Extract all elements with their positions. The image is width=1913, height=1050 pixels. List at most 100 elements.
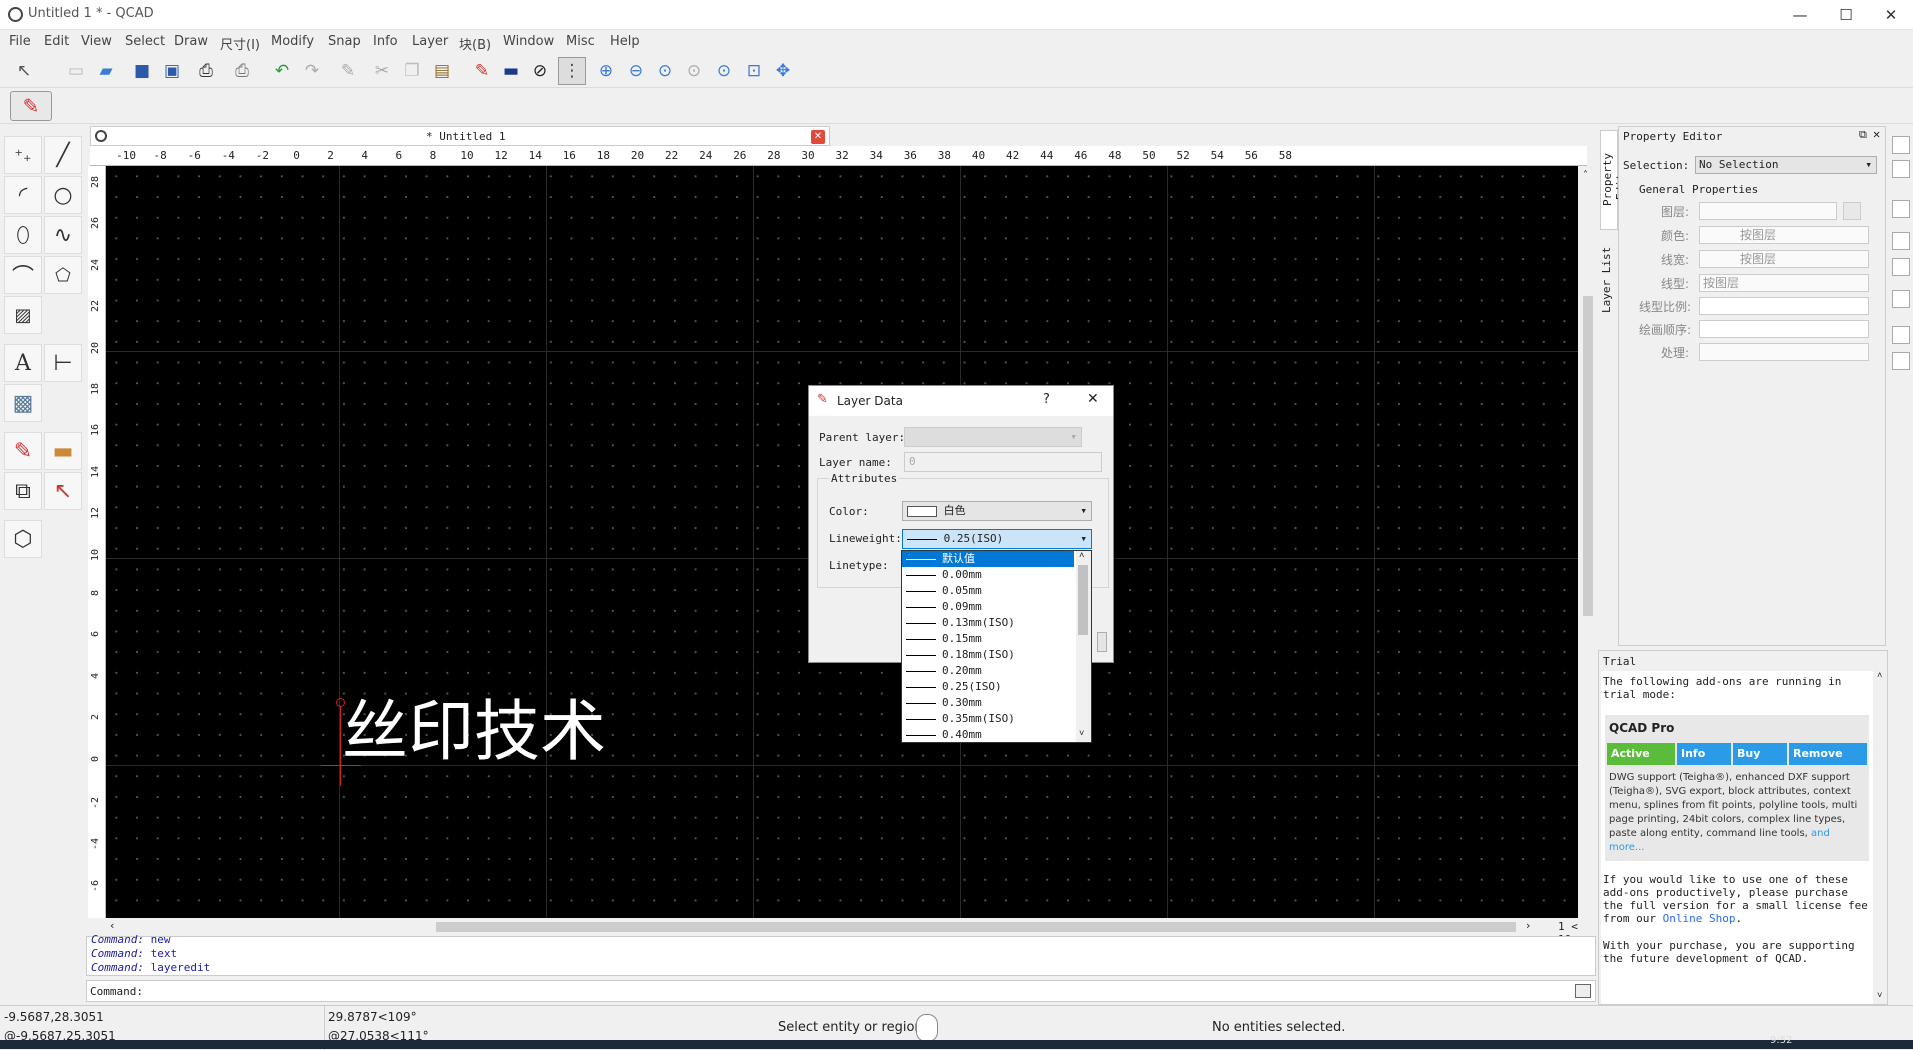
lineweight-dropdown[interactable]: 0.25(ISO) ▾ bbox=[902, 529, 1092, 549]
dropdown-scrollbar[interactable]: ˄ ˅ bbox=[1076, 551, 1091, 742]
undo-icon[interactable]: ↶ bbox=[268, 57, 296, 85]
panel-icon[interactable] bbox=[1892, 352, 1910, 370]
measure-tool-icon[interactable]: ▬ bbox=[44, 432, 82, 470]
menu-edit[interactable]: Edit bbox=[44, 34, 69, 49]
dialog-close-button[interactable]: ✕ bbox=[1087, 391, 1099, 407]
paste-icon[interactable]: ▤ bbox=[428, 57, 456, 85]
zoom-auto-icon[interactable]: ⊙ bbox=[651, 57, 679, 85]
shape-tool-icon[interactable]: ⬠ bbox=[44, 256, 82, 294]
arc-tool-icon[interactable]: ◜ bbox=[4, 176, 42, 214]
prop-field-linetype-scale[interactable] bbox=[1699, 297, 1869, 315]
modify-tool-icon[interactable]: ✎ bbox=[4, 432, 42, 470]
lineweight-option[interactable]: 0.35mm(ISO) bbox=[902, 711, 1074, 727]
addon-buy-button[interactable]: Buy bbox=[1733, 743, 1787, 765]
tab-property-editor[interactable]: Property Editor bbox=[1600, 130, 1627, 230]
tab-layer-list[interactable]: Layer List bbox=[1600, 240, 1618, 320]
polyline-tool-icon[interactable]: ⌒ bbox=[4, 256, 42, 294]
scroll-up-icon[interactable]: ˄ bbox=[1877, 671, 1882, 681]
redo-icon[interactable]: ↷ bbox=[298, 57, 326, 85]
close-document-icon[interactable]: ✕ bbox=[811, 130, 825, 144]
menu-select[interactable]: Select bbox=[125, 34, 165, 49]
print-icon[interactable]: ⎙ bbox=[228, 57, 256, 85]
select-tool-icon[interactable]: ↖ bbox=[44, 472, 82, 510]
pointer-icon[interactable]: ↖ bbox=[10, 57, 38, 85]
menu-help[interactable]: Help bbox=[610, 34, 640, 49]
save-as-icon[interactable]: ▣ bbox=[158, 57, 186, 85]
maximize-button[interactable]: ☐ bbox=[1823, 0, 1869, 30]
print-preview-icon[interactable]: ⎙ bbox=[192, 57, 220, 85]
prop-field-linetype[interactable]: 按图层 bbox=[1699, 274, 1869, 292]
color-dropdown[interactable]: 白色 ▾ bbox=[902, 501, 1092, 521]
scroll-thumb[interactable] bbox=[1078, 565, 1088, 635]
dimension-tool-icon[interactable]: ⊢ bbox=[44, 344, 82, 382]
block-tool-icon[interactable]: ⧉ bbox=[4, 472, 42, 510]
panel-icon[interactable] bbox=[1892, 326, 1910, 344]
zoom-window-icon[interactable]: ⊡ bbox=[740, 57, 768, 85]
command-toggle-icon[interactable] bbox=[1575, 984, 1591, 998]
document-tab[interactable]: * Untitled 1 ✕ bbox=[90, 126, 830, 146]
scroll-left-icon[interactable]: ‹ bbox=[110, 919, 114, 932]
panel-icon[interactable] bbox=[1892, 232, 1910, 250]
menu-file[interactable]: File bbox=[9, 34, 31, 49]
spline-tool-icon[interactable]: ∿ bbox=[44, 216, 82, 254]
scroll-thumb[interactable] bbox=[436, 922, 1516, 932]
menu-modify[interactable]: Modify bbox=[271, 34, 314, 49]
menu-block[interactable]: 块(B) bbox=[459, 34, 491, 53]
canvas-text-entity[interactable]: 丝印技术 bbox=[342, 692, 606, 772]
menu-misc[interactable]: Misc bbox=[566, 34, 595, 49]
copy-icon[interactable]: ❐ bbox=[398, 57, 426, 85]
menu-dimension[interactable]: 尺寸(I) bbox=[220, 34, 260, 53]
scroll-up-icon[interactable]: ˄ bbox=[1079, 551, 1084, 561]
panel-icon[interactable] bbox=[1892, 136, 1910, 154]
help-button[interactable]: ? bbox=[1043, 392, 1050, 407]
menu-draw[interactable]: Draw bbox=[174, 34, 208, 49]
ellipse-tool-icon[interactable]: ⬯ bbox=[4, 216, 42, 254]
hatch-tool-icon[interactable]: ▨ bbox=[4, 296, 42, 334]
brush-icon[interactable]: ✎ bbox=[334, 57, 362, 85]
lineweight-option[interactable]: 0.40mm bbox=[902, 727, 1074, 742]
point-tool-icon[interactable]: ⁺₊ bbox=[4, 136, 42, 174]
prop-field-color[interactable]: 按图层 bbox=[1699, 226, 1869, 244]
canvas-vertical-scrollbar[interactable]: ˄ bbox=[1580, 166, 1596, 918]
open-file-icon[interactable]: ▰ bbox=[92, 57, 120, 85]
prop-field-layer[interactable] bbox=[1699, 202, 1837, 220]
zoom-in-icon[interactable]: ⊕ bbox=[592, 57, 620, 85]
lineweight-option[interactable]: 0.18mm(ISO) bbox=[902, 647, 1074, 663]
selection-dropdown[interactable]: No Selection ▾ bbox=[1695, 156, 1877, 174]
prop-field-draw-order[interactable] bbox=[1699, 320, 1869, 338]
menu-layer[interactable]: Layer bbox=[412, 34, 448, 49]
online-shop-link[interactable]: Online Shop bbox=[1663, 912, 1736, 925]
zoom-selection-icon[interactable]: ⊙ bbox=[710, 57, 738, 85]
layer-list-icon[interactable] bbox=[1843, 202, 1861, 220]
float-panel-icon[interactable]: ⧉ bbox=[1859, 128, 1867, 142]
menu-info[interactable]: Info bbox=[373, 34, 398, 49]
image-tool-icon[interactable]: ▩ bbox=[4, 384, 42, 422]
panel-icon[interactable] bbox=[1892, 258, 1910, 276]
canvas-horizontal-scrollbar[interactable]: ‹ › 1 < 10 bbox=[106, 918, 1596, 946]
lineweight-option[interactable]: 默认值 bbox=[902, 551, 1074, 567]
addon-info-button[interactable]: Info bbox=[1677, 743, 1731, 765]
zoom-previous-icon[interactable]: ⊙ bbox=[680, 57, 708, 85]
lineweight-option[interactable]: 0.05mm bbox=[902, 583, 1074, 599]
menu-snap[interactable]: Snap bbox=[328, 34, 361, 49]
addon-active-button[interactable]: Active bbox=[1607, 743, 1675, 765]
text-tool-icon[interactable]: A bbox=[4, 344, 42, 382]
save-icon[interactable]: ■ bbox=[128, 57, 156, 85]
scroll-up-icon[interactable]: ˄ bbox=[1583, 170, 1588, 181]
close-panel-icon[interactable]: ✕ bbox=[1873, 127, 1880, 141]
prop-field-lineweight[interactable]: 按图层 bbox=[1699, 250, 1869, 268]
zoom-out-icon[interactable]: ⊖ bbox=[622, 57, 650, 85]
lineweight-option[interactable]: 0.13mm(ISO) bbox=[902, 615, 1074, 631]
line-tool-icon[interactable]: ╱ bbox=[44, 136, 82, 174]
trial-scrollbar[interactable]: ˄ ˅ bbox=[1875, 671, 1887, 1004]
new-file-icon[interactable]: ▭ bbox=[62, 57, 90, 85]
lineweight-options-list[interactable]: 默认值 0.00mm 0.05mm 0.09mm 0.13mm(ISO) 0.1… bbox=[901, 550, 1092, 743]
pen-icon[interactable]: ✎ bbox=[468, 57, 496, 85]
pen-tool-icon[interactable]: ✎ bbox=[10, 91, 52, 121]
close-button[interactable]: ✕ bbox=[1868, 0, 1913, 30]
lineweight-option[interactable]: 0.30mm bbox=[902, 695, 1074, 711]
dialog-button-edge[interactable] bbox=[1097, 632, 1107, 652]
panel-icon[interactable] bbox=[1892, 200, 1910, 218]
lineweight-option[interactable]: 0.20mm bbox=[902, 663, 1074, 679]
cut-icon[interactable]: ✂ bbox=[368, 57, 396, 85]
